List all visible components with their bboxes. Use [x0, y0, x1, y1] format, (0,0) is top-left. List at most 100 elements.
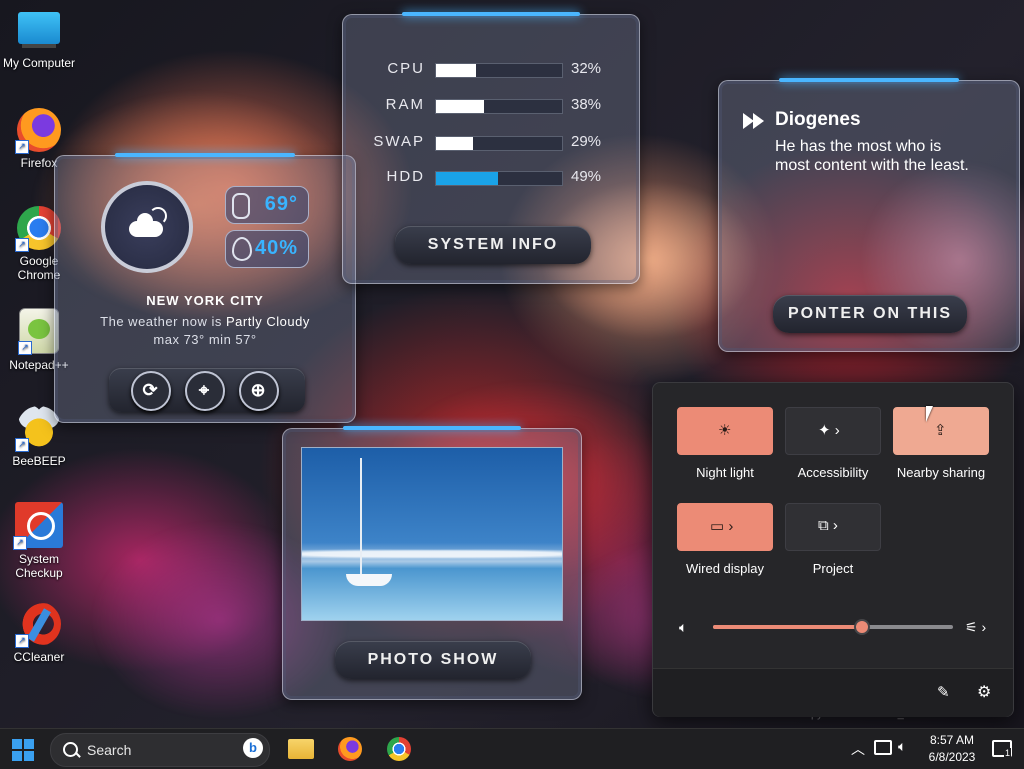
- tile-label: Night light: [696, 465, 754, 480]
- widget-glow: [342, 426, 522, 430]
- location-pin-icon[interactable]: ⌖: [185, 371, 225, 411]
- sysinfo-percent: 29%: [571, 133, 602, 150]
- start-windows-icon[interactable]: [12, 739, 34, 761]
- cast-icon: ▭ ›: [710, 518, 734, 535]
- firefox-taskbar-icon[interactable]: [338, 737, 362, 761]
- tile-label: Wired display: [685, 561, 765, 576]
- sysinfo-row-hdd: HDD 49%: [343, 166, 633, 188]
- tile-label: Project: [812, 561, 854, 576]
- notification-icon[interactable]: 1: [992, 740, 1012, 758]
- sysinfo-bar: [435, 136, 563, 151]
- photo-show-button[interactable]: PHOTO SHOW: [335, 641, 531, 679]
- sysinfo-bar: [435, 63, 563, 78]
- system-info-widget: CPU 32% RAM 38% SWAP 29% HDD 49% SYSTEM …: [342, 12, 640, 284]
- speaker-icon[interactable]: 🔈︎: [898, 738, 906, 755]
- desktop-icon-my-computer[interactable]: My Computer: [0, 10, 78, 70]
- desktop-icon-ccleaner[interactable]: ↗ CCleaner: [0, 602, 78, 664]
- globe-icon[interactable]: ⊕: [239, 371, 279, 411]
- file-explorer-icon[interactable]: [288, 739, 314, 759]
- widget-glow: [115, 153, 295, 157]
- sysinfo-bar: [435, 99, 563, 114]
- edit-pencil-icon[interactable]: ✎: [937, 683, 950, 701]
- notification-count: 1: [1004, 748, 1012, 758]
- quote-author: Diogenes: [775, 109, 861, 130]
- taskbar: Search b ︿ 🔈︎ 8:57 AM 6/8/2023 1: [0, 728, 1024, 769]
- monitor-icon: [18, 12, 60, 44]
- volume-slider-fill: [713, 625, 862, 629]
- project-toggle[interactable]: ⧉ ›: [785, 503, 881, 551]
- desktop-icon-label: My Computer: [2, 56, 76, 70]
- refresh-icon[interactable]: ⟳: [131, 371, 171, 411]
- night-light-icon: ☀: [718, 422, 732, 439]
- sysinfo-bar-fill: [436, 100, 484, 113]
- sysinfo-label: SWAP: [373, 133, 425, 150]
- share-icon: ⇪: [934, 422, 947, 439]
- sysinfo-row-cpu: CPU 32%: [343, 58, 633, 80]
- system-info-button[interactable]: SYSTEM INFO: [395, 226, 591, 264]
- night-light-toggle[interactable]: ☀: [677, 407, 773, 455]
- sysinfo-percent: 32%: [571, 60, 602, 77]
- settings-gear-icon[interactable]: ⚙: [977, 682, 991, 702]
- weather-description-prefix: The weather now is: [100, 314, 227, 329]
- fast-forward-icon-2: [753, 113, 764, 129]
- volume-icon[interactable]: 🔈︎: [679, 619, 687, 636]
- sysinfo-percent: 49%: [571, 168, 602, 185]
- project-icon: ⧉ ›: [818, 517, 838, 534]
- sysinfo-percent: 38%: [571, 96, 602, 113]
- sysinfo-row-swap: SWAP 29%: [343, 131, 633, 153]
- thermometer-icon: [232, 193, 250, 219]
- sysinfo-label: RAM: [385, 96, 425, 113]
- quick-settings-footer: ✎ ⚙: [653, 668, 1013, 717]
- volume-slider-thumb[interactable]: [853, 619, 870, 635]
- humidity-badge: 40%: [225, 230, 309, 268]
- accessibility-icon: ✦ ›: [818, 422, 840, 439]
- notepad-plus-plus-icon: ↗: [18, 308, 59, 355]
- desktop-icon-label: System Checkup: [15, 552, 63, 580]
- desktop-icon-label: CCleaner: [13, 650, 65, 664]
- sysinfo-bar-fill: [436, 64, 477, 77]
- chevron-up-icon[interactable]: ︿: [851, 739, 865, 759]
- sysinfo-bar-fill: [436, 137, 473, 150]
- ponder-button[interactable]: PONTER ON THIS: [773, 295, 967, 333]
- bing-icon[interactable]: b: [243, 738, 263, 758]
- clock[interactable]: 8:57 AM 6/8/2023: [920, 732, 984, 766]
- tile-label: Nearby sharing: [896, 465, 986, 480]
- network-icon[interactable]: [874, 740, 892, 755]
- ccleaner-icon: ↗: [15, 602, 61, 648]
- weather-widget: 69° 40% NEW YORK CITY The weather now is…: [54, 153, 356, 423]
- humidity-drop-icon: [232, 237, 252, 261]
- tile-label: Accessibility: [797, 465, 869, 480]
- widget-glow: [402, 12, 580, 16]
- system-checkup-icon: ↗: [13, 502, 63, 550]
- city-name: NEW YORK CITY: [146, 293, 264, 308]
- weather-minmax: max 73° min 57°: [153, 332, 257, 347]
- quick-settings-panel: ☀ Night light ✦ › Accessibility ⇪ Nearby…: [652, 382, 1014, 717]
- temperature-value: 69°: [264, 193, 298, 215]
- desktop-icon-system-checkup[interactable]: ↗ System Checkup: [0, 502, 78, 580]
- sysinfo-bar: [435, 171, 563, 186]
- weather-actions-bar: ⟳ ⌖ ⊕: [109, 368, 305, 412]
- temperature-badge: 69°: [225, 186, 309, 224]
- search-placeholder: Search: [87, 742, 132, 758]
- sound-output-icon[interactable]: ⚟ ›: [965, 619, 986, 636]
- weather-description: The weather now is Partly Cloudy: [55, 314, 355, 329]
- desktop-icon-label: Firefox: [20, 156, 58, 170]
- quote-text: He has the most who is most content with…: [775, 138, 969, 174]
- humidity-value: 40%: [254, 237, 298, 259]
- sysinfo-row-ram: RAM 38%: [343, 94, 633, 116]
- photo-sailboat-image[interactable]: [301, 447, 563, 621]
- taskbar-search-box[interactable]: Search b: [50, 733, 270, 767]
- weather-condition-icon[interactable]: [101, 181, 193, 273]
- photo-widget: PHOTO SHOW: [282, 426, 582, 700]
- desktop-icon-label: BeeBEEP: [12, 454, 66, 468]
- nearby-sharing-toggle[interactable]: ⇪: [893, 407, 989, 455]
- volume-slider[interactable]: [713, 619, 953, 635]
- weather-description-value: Partly Cloudy: [226, 314, 310, 329]
- clock-date: 6/8/2023: [928, 750, 976, 764]
- wired-display-toggle[interactable]: ▭ ›: [677, 503, 773, 551]
- chrome-taskbar-icon[interactable]: [387, 737, 411, 761]
- quote-widget: Diogenes He has the most who is most con…: [718, 78, 1020, 352]
- accessibility-toggle[interactable]: ✦ ›: [785, 407, 881, 455]
- sysinfo-label: CPU: [387, 60, 425, 77]
- firefox-icon: ↗: [15, 108, 61, 154]
